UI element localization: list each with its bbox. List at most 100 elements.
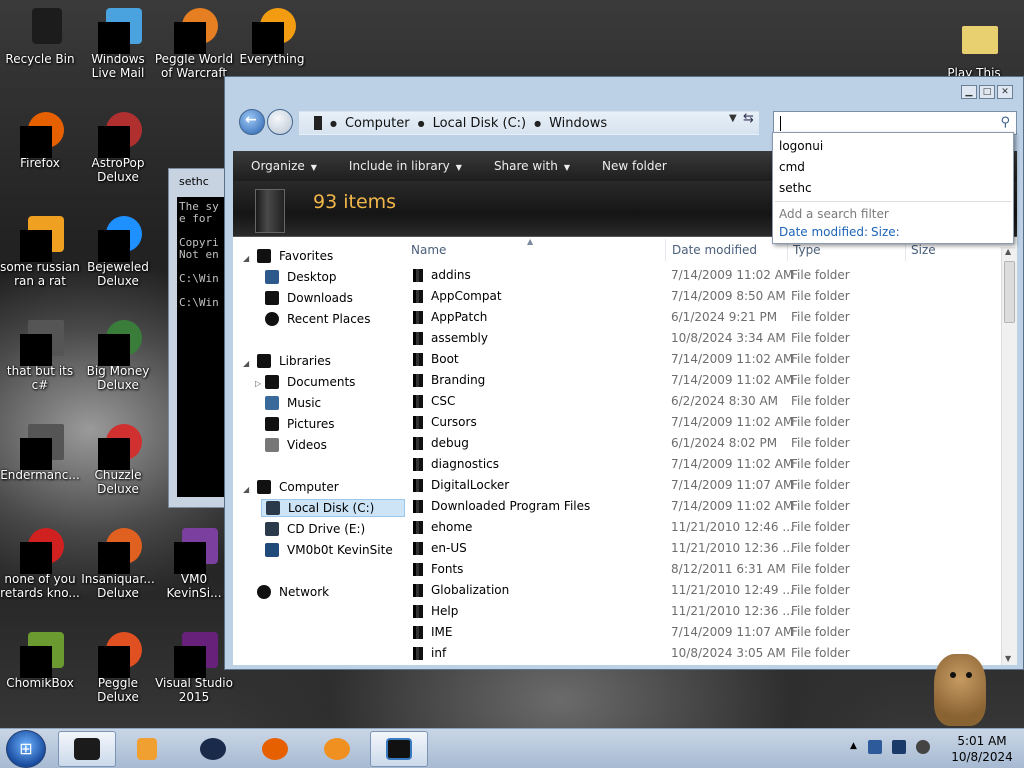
desktop-icon[interactable]: none of you retards kno... bbox=[0, 528, 80, 600]
taskbar-browser-button[interactable] bbox=[308, 731, 366, 767]
desktop-icon[interactable]: ChomikBox bbox=[0, 632, 80, 690]
include-in-library-button[interactable]: Include in library ▼ bbox=[331, 159, 476, 173]
desktop-icon[interactable]: VM0 KevinSi... bbox=[154, 528, 234, 600]
nav-network-drive[interactable]: VM0b0t KevinSite bbox=[265, 543, 393, 557]
table-row[interactable]: Branding 7/14/2009 11:02 AM File folder bbox=[409, 370, 999, 391]
start-button[interactable]: ⊞ bbox=[6, 730, 46, 768]
desktop-icon[interactable]: Chuzzle Deluxe bbox=[78, 424, 158, 496]
clock[interactable]: 5:01 AM 10/8/2024 bbox=[942, 733, 1022, 765]
taskbar-firefox-button[interactable] bbox=[246, 731, 304, 767]
chevron-down-icon[interactable]: ◢ bbox=[243, 359, 249, 368]
minimize-button[interactable]: ▁ bbox=[961, 85, 977, 99]
table-row[interactable]: addins 7/14/2009 11:02 AM File folder bbox=[409, 265, 999, 286]
desktop-icon[interactable]: Big Money Deluxe bbox=[78, 320, 158, 392]
nav-libraries[interactable]: Libraries bbox=[257, 354, 331, 368]
table-row[interactable]: ehome 11/21/2010 12:46 ... File folder bbox=[409, 517, 999, 538]
nav-recent-places[interactable]: Recent Places bbox=[265, 312, 370, 326]
nav-videos[interactable]: Videos bbox=[265, 438, 327, 452]
new-folder-button[interactable]: New folder bbox=[584, 159, 681, 173]
chevron-down-icon[interactable]: ▼ bbox=[729, 113, 737, 124]
chevron-right-icon[interactable]: ● bbox=[418, 119, 425, 128]
column-header-name[interactable]: Name bbox=[411, 243, 446, 257]
nav-pictures[interactable]: Pictures bbox=[265, 417, 335, 431]
nav-music[interactable]: Music bbox=[265, 396, 321, 410]
table-row[interactable]: AppPatch 6/1/2024 9:21 PM File folder bbox=[409, 307, 999, 328]
column-header-type[interactable]: Type bbox=[793, 243, 821, 257]
nav-cd-drive[interactable]: CD Drive (E:) bbox=[265, 522, 365, 536]
table-row[interactable]: CSC 6/2/2024 8:30 AM File folder bbox=[409, 391, 999, 412]
nav-documents[interactable]: Documents bbox=[265, 375, 355, 389]
address-bar[interactable]: ● Computer ● Local Disk (C:) ● Windows bbox=[299, 111, 759, 135]
nav-favorites[interactable]: Favorites bbox=[257, 249, 333, 263]
search-suggestion[interactable]: sethc bbox=[779, 181, 812, 195]
table-row[interactable]: Downloaded Program Files 7/14/2009 11:02 … bbox=[409, 496, 999, 517]
desktop-icon[interactable]: that but its c# bbox=[0, 320, 80, 392]
breadcrumb-local-disk[interactable]: Local Disk (C:) bbox=[433, 116, 526, 131]
desktop-icon[interactable]: Visual Studio 2015 bbox=[154, 632, 234, 704]
taskbar-cmd-button[interactable] bbox=[370, 731, 428, 767]
desktop-icon[interactable]: Peggle World of Warcraft bbox=[154, 8, 234, 80]
chevron-right-icon[interactable]: ▷ bbox=[255, 379, 261, 388]
organize-button[interactable]: Organize ▼ bbox=[233, 159, 331, 173]
chevron-down-icon[interactable]: ◢ bbox=[243, 485, 249, 494]
desktop-icon[interactable]: some russian ran a rat bbox=[0, 216, 80, 288]
table-row[interactable]: diagnostics 7/14/2009 11:02 AM File folder bbox=[409, 454, 999, 475]
desktop-icon[interactable]: Endermanc... bbox=[0, 424, 80, 482]
scrollbar-thumb[interactable] bbox=[1004, 261, 1015, 323]
desktop-icon[interactable]: Play This bbox=[934, 22, 1014, 80]
shield-icon[interactable] bbox=[868, 740, 882, 754]
search-icon[interactable]: ⚲ bbox=[1000, 115, 1010, 130]
table-row[interactable]: Globalization 11/21/2010 12:49 ... File fo… bbox=[409, 580, 999, 601]
close-button[interactable]: ✕ bbox=[997, 85, 1013, 99]
breadcrumb-computer[interactable]: Computer bbox=[345, 116, 410, 131]
desktop-icon[interactable]: Bejeweled Deluxe bbox=[78, 216, 158, 288]
column-header-size[interactable]: Size bbox=[911, 243, 936, 257]
refresh-icon[interactable]: ⇆ bbox=[743, 111, 754, 126]
filter-size[interactable]: Size: bbox=[871, 225, 900, 239]
search-suggestion[interactable]: cmd bbox=[779, 160, 805, 174]
nav-desktop[interactable]: Desktop bbox=[265, 270, 337, 284]
table-row[interactable]: IME 7/14/2009 11:07 AM File folder bbox=[409, 622, 999, 643]
column-divider[interactable] bbox=[665, 239, 666, 261]
desktop-icon[interactable]: Firefox bbox=[0, 112, 80, 170]
search-suggestion[interactable]: logonui bbox=[779, 139, 823, 153]
share-with-button[interactable]: Share with ▼ bbox=[476, 159, 584, 173]
taskbar-media-player-button[interactable] bbox=[118, 731, 176, 767]
table-row[interactable]: Cursors 7/14/2009 11:02 AM File folder bbox=[409, 412, 999, 433]
nav-network[interactable]: Network bbox=[257, 585, 329, 599]
desktop-icon[interactable]: Insaniquar... Deluxe bbox=[78, 528, 158, 600]
taskbar-explorer-button[interactable] bbox=[58, 731, 116, 767]
cmd-window[interactable]: sethc The sy e for Copyri Not en C:\Win … bbox=[168, 168, 232, 508]
desktop-icon[interactable]: Recycle Bin bbox=[0, 8, 80, 66]
hamster-gadget[interactable] bbox=[928, 646, 992, 728]
filter-date-modified[interactable]: Date modified: bbox=[779, 225, 868, 239]
network-icon[interactable] bbox=[892, 740, 906, 754]
desktop-icon[interactable]: Windows Live Mail bbox=[78, 8, 158, 80]
table-row[interactable]: Help 11/21/2010 12:36 ... File folder bbox=[409, 601, 999, 622]
back-button[interactable] bbox=[239, 109, 265, 135]
chevron-right-icon[interactable]: ● bbox=[534, 119, 541, 128]
table-row[interactable]: assembly 10/8/2024 3:34 AM File folder bbox=[409, 328, 999, 349]
nav-computer[interactable]: Computer bbox=[257, 480, 339, 494]
chevron-down-icon[interactable]: ◢ bbox=[243, 254, 249, 263]
vertical-scrollbar[interactable]: ▲ ▼ bbox=[1001, 247, 1017, 665]
maximize-button[interactable]: □ bbox=[979, 85, 995, 99]
scroll-up-icon[interactable]: ▲ bbox=[1005, 247, 1011, 256]
table-row[interactable]: DigitalLocker 7/14/2009 11:07 AM File fold… bbox=[409, 475, 999, 496]
scroll-down-icon[interactable]: ▼ bbox=[1005, 654, 1011, 663]
breadcrumb-windows[interactable]: Windows bbox=[549, 116, 607, 131]
chevron-up-icon[interactable]: ▲ bbox=[850, 741, 857, 751]
chevron-right-icon[interactable]: ● bbox=[330, 119, 337, 128]
column-header-date-modified[interactable]: Date modified bbox=[672, 243, 757, 257]
table-row[interactable]: debug 6/1/2024 8:02 PM File folder bbox=[409, 433, 999, 454]
desktop-icon[interactable]: AstroPop Deluxe bbox=[78, 112, 158, 184]
table-row[interactable]: Boot 7/14/2009 11:02 AM File folder bbox=[409, 349, 999, 370]
nav-downloads[interactable]: Downloads bbox=[265, 291, 353, 305]
volume-icon[interactable] bbox=[916, 740, 930, 754]
nav-local-disk[interactable]: Local Disk (C:) bbox=[261, 499, 406, 517]
table-row[interactable]: AppCompat 7/14/2009 8:50 AM File folder bbox=[409, 286, 999, 307]
desktop-icon[interactable]: Peggle Deluxe bbox=[78, 632, 158, 704]
desktop-icon[interactable]: Everything bbox=[232, 8, 312, 66]
table-row[interactable]: Fonts 8/12/2011 6:31 AM File folder bbox=[409, 559, 999, 580]
forward-button[interactable] bbox=[267, 109, 293, 135]
